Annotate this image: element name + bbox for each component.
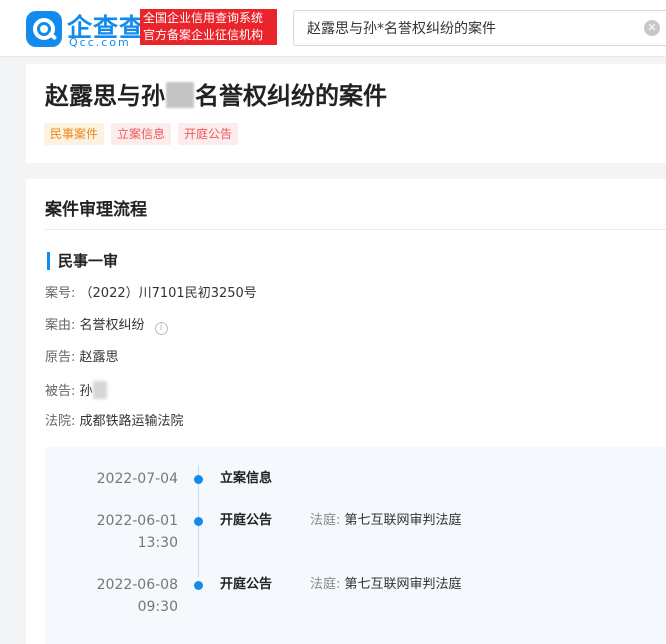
timeline-court-label: 法庭:: [310, 577, 341, 592]
case-number-value: （2022）川7101民初3250号: [79, 286, 257, 301]
plaintiff-label: 原告:: [45, 350, 76, 365]
slogan-line-1: 全国企业信用查询系统: [143, 11, 264, 25]
cause-value: 名誉权纠纷: [79, 318, 145, 333]
redacted-name-mask: [166, 82, 194, 108]
slogan-line-2: 官方备案企业征信机构: [143, 28, 264, 42]
section-title: 案件审理流程: [45, 200, 147, 220]
timeline-court: 法庭: 第七互联网审判法庭: [310, 574, 462, 596]
court-row: 法院: 成都铁路运输法院: [45, 413, 184, 431]
case-title-card: 赵露思与孙 名誉权纠纷的案件 民事案件 立案信息 开庭公告: [26, 64, 666, 163]
timeline-court-value: 第七互联网审判法庭: [344, 577, 462, 592]
timeline-court-value: 第七互联网审判法庭: [344, 513, 462, 528]
timeline-dot: [194, 517, 203, 526]
timeline-event-type[interactable]: 立案信息: [220, 468, 272, 490]
search-input[interactable]: [294, 11, 624, 45]
logo-text-en: Qcc.com: [69, 36, 131, 49]
timeline-court-label: 法庭:: [310, 513, 341, 528]
plaintiff-value: 赵露思: [79, 350, 119, 365]
clear-icon[interactable]: ✕: [644, 20, 660, 36]
logo-q-icon: [26, 11, 62, 47]
title-prefix: 赵露思与孙: [45, 82, 165, 110]
timeline-dot: [194, 475, 203, 484]
search-box: ✕: [293, 10, 666, 46]
title-suffix: 名誉权纠纷的案件: [195, 82, 387, 110]
defendant-value: 孙: [79, 384, 93, 399]
timeline-event-type[interactable]: 开庭公告: [220, 510, 272, 532]
redacted-defendant-mask: [92, 381, 107, 399]
tag-hearing-notice[interactable]: 开庭公告: [178, 123, 239, 145]
timeline-time: 09:30: [137, 599, 178, 615]
top-bar: 企查查 Qcc.com 全国企业信用查询系统 官方备案企业征信机构 ✕: [0, 0, 666, 57]
stage-title: 民事一审: [47, 252, 118, 270]
cause-label: 案由:: [45, 318, 76, 333]
case-number-row: 案号: （2022）川7101民初3250号: [45, 285, 257, 303]
info-icon[interactable]: i: [154, 322, 168, 335]
cause-row: 案由: 名誉权纠纷 i: [45, 317, 168, 335]
page-title: 赵露思与孙 名誉权纠纷的案件: [45, 76, 387, 111]
divider: [45, 229, 666, 230]
tag-filing-info[interactable]: 立案信息: [111, 123, 172, 145]
case-timeline: 2022-07-04 立案信息 2022-06-01 13:30 开庭公告 法庭…: [45, 447, 666, 644]
court-value: 成都铁路运输法院: [79, 414, 184, 429]
timeline-dot: [194, 581, 203, 590]
timeline-date: 2022-06-01: [96, 513, 178, 529]
court-label: 法院:: [45, 414, 76, 429]
timeline-date: 2022-06-08: [96, 577, 178, 593]
timeline-event-type[interactable]: 开庭公告: [220, 574, 272, 596]
case-process-card: 案件审理流程 民事一审 案号: （2022）川7101民初3250号 案由: 名…: [26, 179, 666, 644]
timeline-time: 13:30: [137, 535, 178, 551]
case-number-label: 案号:: [45, 286, 76, 301]
case-tags: 民事案件 立案信息 开庭公告: [44, 123, 239, 145]
qcc-logo[interactable]: 企查查 Qcc.com: [26, 10, 144, 49]
timeline-court: 法庭: 第七互联网审判法庭: [310, 510, 462, 532]
timeline-date: 2022-07-04: [96, 471, 178, 487]
defendant-label: 被告:: [45, 384, 76, 399]
tag-civil-case: 民事案件: [44, 123, 105, 145]
slogan-badge: 全国企业信用查询系统 官方备案企业征信机构: [140, 9, 277, 45]
plaintiff-row: 原告: 赵露思: [45, 349, 119, 367]
defendant-row: 被告: 孙: [45, 381, 107, 401]
